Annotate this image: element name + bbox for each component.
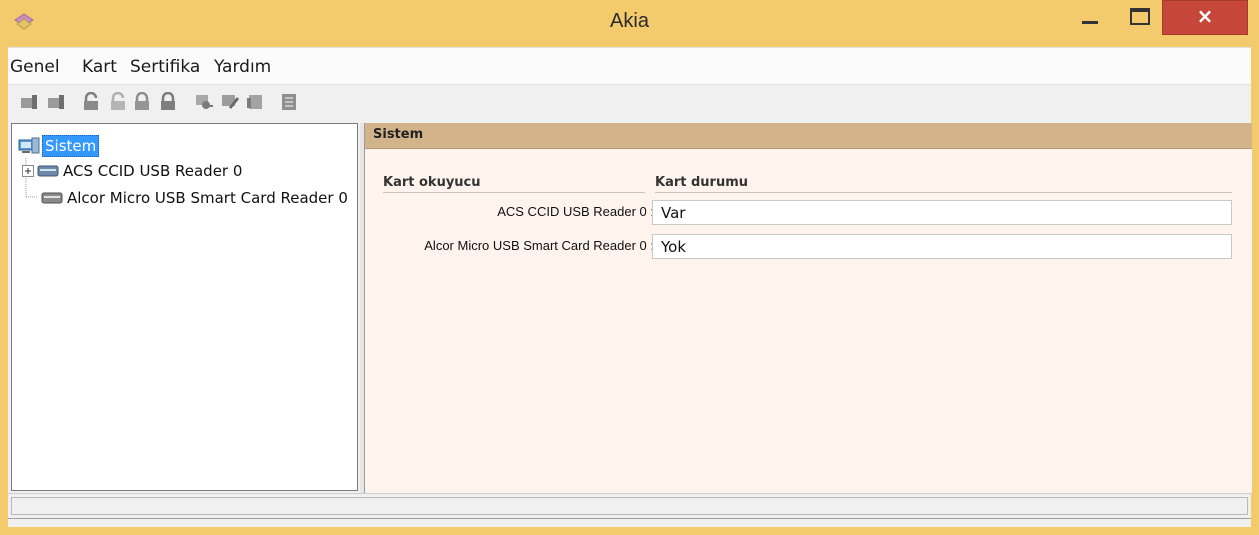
card-remove-icon[interactable]: [46, 92, 66, 112]
lock-closed-icon[interactable]: [158, 92, 178, 112]
maximize-icon: [1130, 8, 1150, 25]
toolbar: [8, 85, 1251, 119]
menu-genel[interactable]: Genel: [10, 57, 60, 77]
status-bar-panel: [11, 497, 1248, 515]
tree-label-alcor-reader: Alcor Micro USB Smart Card Reader 0: [67, 189, 348, 207]
status-bar: [8, 493, 1251, 519]
key-icon[interactable]: [194, 92, 214, 112]
column-header-reader: Kart okuyucu: [383, 175, 481, 190]
column-header-status: Kart durumu: [655, 175, 749, 190]
client-area: Genel Kart Sertifika Yardım Sistem ACS C…: [8, 47, 1252, 527]
close-button[interactable]: ×: [1162, 0, 1248, 35]
menu-yardim[interactable]: Yardım: [214, 57, 271, 77]
unlock-icon[interactable]: [81, 92, 101, 112]
key-edit-icon[interactable]: [220, 92, 240, 112]
content-header: Sistem: [365, 123, 1252, 149]
certificate-icon[interactable]: [246, 92, 266, 112]
computer-icon: [18, 137, 40, 154]
tree-node-acs-reader[interactable]: ACS CCID USB Reader 0: [22, 160, 242, 182]
expand-plus-icon[interactable]: [22, 165, 34, 177]
tree-panel[interactable]: Sistem ACS CCID USB Reader 0 Alcor Micro…: [11, 123, 358, 491]
column-divider: [383, 192, 645, 193]
menu-kart[interactable]: Kart: [82, 57, 117, 77]
status-field-alcor: Yok: [652, 234, 1232, 259]
close-icon: ×: [1196, 4, 1214, 28]
row-label-acs: ACS CCID USB Reader 0 :: [497, 204, 654, 219]
content-header-title: Sistem: [373, 127, 424, 142]
minimize-button[interactable]: [1066, 0, 1114, 36]
content-panel: Sistem Kart okuyucu Kart durumu ACS CCID…: [364, 123, 1252, 493]
lock-icon[interactable]: [132, 92, 152, 112]
lock-open-icon[interactable]: [108, 92, 128, 112]
column-divider: [655, 192, 1232, 193]
tree-node-alcor-reader[interactable]: Alcor Micro USB Smart Card Reader 0: [41, 187, 348, 209]
menu-bar: Genel Kart Sertifika Yardım: [8, 47, 1251, 85]
tree-label-sistem: Sistem: [42, 135, 100, 157]
minimize-icon: [1082, 21, 1098, 24]
maximize-button[interactable]: [1118, 0, 1162, 36]
row-label-alcor: Alcor Micro USB Smart Card Reader 0 :: [424, 238, 654, 253]
app-window: Akia × Genel Kart Sertifika Yardım Siste…: [0, 0, 1259, 535]
menu-sertifika[interactable]: Sertifika: [130, 57, 200, 77]
tree-node-sistem[interactable]: Sistem: [18, 135, 100, 157]
title-bar[interactable]: Akia ×: [0, 0, 1259, 47]
export-icon[interactable]: [279, 92, 299, 112]
card-reader-icon: [41, 192, 63, 204]
card-insert-icon[interactable]: [19, 92, 39, 112]
tree-label-acs-reader: ACS CCID USB Reader 0: [63, 162, 243, 180]
status-field-acs: Var: [652, 200, 1232, 225]
card-reader-icon: [37, 165, 59, 177]
